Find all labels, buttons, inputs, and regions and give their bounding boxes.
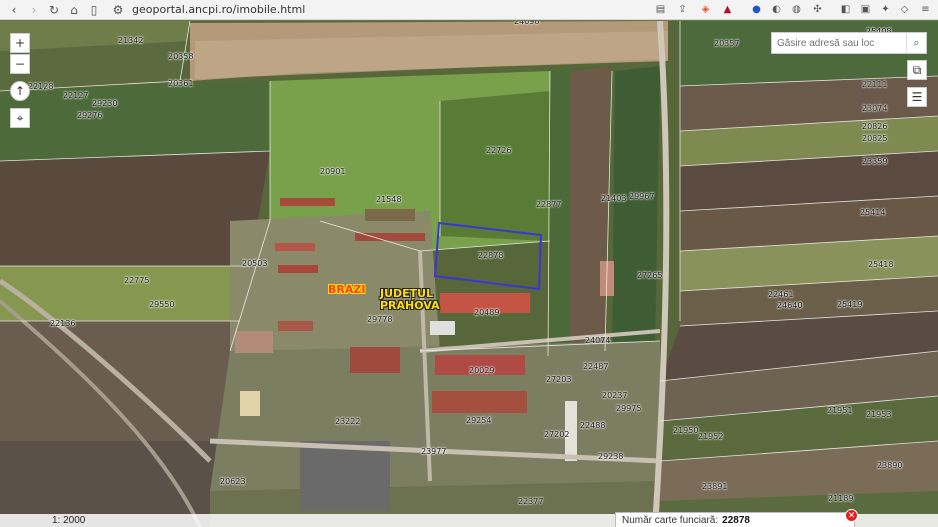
map-scale: 1: 2000 [52, 515, 86, 526]
shield-icon[interactable]: ◈ [698, 2, 713, 17]
translate-icon[interactable]: ◐ [769, 2, 784, 17]
land-book-label: Număr carte funciară: [622, 514, 719, 526]
parcel-label: 21189 [828, 494, 854, 503]
parcel-label: 22878 [478, 251, 504, 260]
back-button[interactable]: ‹ [4, 0, 24, 20]
parcel-label: 20623 [220, 477, 246, 486]
parcel-label: 23222 [335, 417, 361, 426]
reader-icon[interactable]: ▤ [653, 2, 668, 17]
zoom-out-button[interactable]: − [10, 54, 30, 74]
parcel-label: 22775 [124, 276, 150, 285]
parcel-label: 24698 [514, 21, 540, 26]
address-bar[interactable]: geoportal.ancpi.ro/imobile.html [132, 3, 305, 16]
parcel-label: 20489 [474, 308, 500, 317]
parcel-label: 20825 [862, 134, 888, 143]
parcel-label: 23074 [862, 104, 888, 113]
parcel-label: 20826 [862, 122, 888, 131]
wallet-icon[interactable]: ▣ [858, 2, 873, 17]
parcel-label: 20901 [320, 167, 346, 176]
bookmark-button[interactable]: ▯ [84, 0, 104, 20]
parcel-label: 25418 [868, 260, 894, 269]
parcel-label: 22488 [580, 421, 606, 430]
sidebar-icon[interactable]: ◧ [838, 2, 853, 17]
parcel-label: 29276 [77, 111, 103, 120]
vpn-icon[interactable]: ◇ [897, 2, 912, 17]
parcel-label: 27265 [637, 271, 663, 280]
parcel-label: 27202 [544, 430, 570, 439]
home-button[interactable]: ⌂ [64, 0, 84, 20]
site-info-icon[interactable]: ⚙ [108, 0, 128, 20]
parcel-label: 27203 [546, 375, 572, 384]
parcel-label: 24640 [777, 301, 803, 310]
share-icon[interactable]: ⇪ [675, 2, 690, 17]
parcel-label: 23977 [421, 447, 447, 456]
parcel-label: 20237 [602, 391, 628, 400]
parcel-label: 21403 [601, 194, 627, 203]
parcel-label: 20503 [242, 259, 268, 268]
parcel-label: 22377 [518, 497, 544, 506]
address-search: ⌕ [771, 32, 927, 54]
compass-north-button[interactable]: ↑ [10, 81, 30, 101]
parcel-label: 25419 [837, 300, 863, 309]
parcel-label: 20029 [469, 366, 495, 375]
parcel-label: 23890 [877, 461, 903, 470]
close-icon[interactable]: ✕ [845, 509, 858, 522]
parcel-label: 21952 [698, 432, 724, 441]
parcel-label: 22877 [536, 200, 562, 209]
locate-button[interactable]: ⌖ [10, 108, 30, 128]
sparkle-icon[interactable]: ✦ [878, 2, 893, 17]
parcel-label: 21953 [866, 410, 892, 419]
parcel-label: 29254 [466, 416, 492, 425]
parcel-label: 29967 [629, 192, 655, 201]
parcel-label: 20361 [168, 79, 194, 88]
forward-button[interactable]: › [24, 0, 44, 20]
place-label-judetul: JUDEȚUL [380, 287, 434, 300]
land-book-number: 22878 [722, 514, 750, 526]
parcel-label: 21548 [376, 195, 402, 204]
parcel-label: 29975 [616, 404, 642, 413]
parcel-label: 22487 [583, 362, 609, 371]
parcel-label: 21950 [673, 426, 699, 435]
parcel-label: 20357 [714, 39, 740, 48]
parcel-label: 29550 [149, 300, 175, 309]
parcel-label: 21951 [827, 406, 853, 415]
parcel-label: 22128 [28, 82, 54, 91]
parcel-label: 21342 [118, 36, 144, 45]
search-input[interactable] [772, 37, 906, 49]
parcel-label: 22127 [63, 91, 89, 100]
extension-icon[interactable]: ● [749, 2, 764, 17]
menu-icon[interactable]: ≡ [918, 2, 933, 17]
parcel-label: 22111 [862, 80, 888, 89]
parcel-label: 23359 [862, 157, 888, 166]
cadastral-info-panel: Număr carte funciară: 22878 [615, 512, 855, 527]
aerial-imagery [0, 21, 938, 527]
parcel-label: 25414 [860, 208, 886, 217]
legend-list-icon[interactable]: ☰ [907, 87, 927, 107]
parcel-label: 24074 [585, 336, 611, 345]
place-label-prahova: PRAHOVA [380, 299, 440, 312]
parcel-label: 23891 [702, 482, 728, 491]
parcel-label: 29778 [367, 315, 393, 324]
parcel-label: 29230 [92, 99, 118, 108]
parcel-label: 22726 [486, 146, 512, 155]
zoom-in-button[interactable]: + [10, 33, 30, 53]
globe-icon[interactable]: ◍ [789, 2, 804, 17]
parcel-label: 29238 [598, 452, 624, 461]
reload-button[interactable]: ↻ [44, 0, 64, 20]
puzzle-icon[interactable]: ✣ [810, 2, 825, 17]
basemap-gallery-icon[interactable]: ⧉ [907, 60, 927, 80]
parcel-label: 22461 [768, 290, 794, 299]
parcel-label: 22136 [50, 319, 76, 328]
search-icon[interactable]: ⌕ [906, 33, 926, 53]
map-view[interactable]: 21342 20358 20357 22128 22127 20361 2923… [0, 21, 938, 527]
warning-icon[interactable]: ▲ [720, 2, 735, 17]
parcel-label: 20358 [168, 52, 194, 61]
browser-toolbar: ‹ › ↻ ⌂ ▯ ⚙ geoportal.ancpi.ro/imobile.h… [0, 0, 938, 20]
place-label-brazi: BRAZI [328, 283, 366, 296]
